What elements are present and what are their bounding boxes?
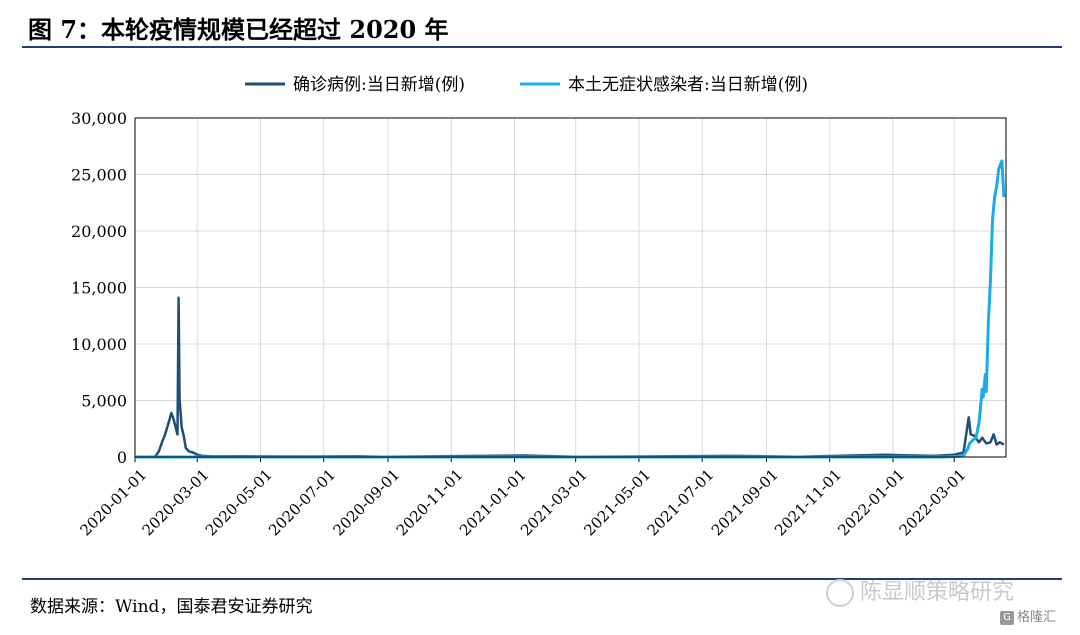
series-line-1	[135, 296, 1005, 459]
y-tick-label: 15,000	[71, 279, 127, 298]
x-axis: 2020-01-012020-03-012020-05-012020-07-01…	[76, 457, 969, 539]
legend-label-1: 确诊病例:当日新增(例)	[293, 75, 465, 95]
brand-text: 格隆汇	[1017, 610, 1057, 625]
x-tick-label: 2021-07-01	[644, 466, 718, 540]
x-tick-label: 2021-09-01	[708, 466, 782, 540]
legend: 确诊病例:当日新增(例) 本土无症状感染者:当日新增(例)	[245, 75, 808, 95]
x-tick-label: 2021-11-01	[771, 466, 845, 540]
y-axis: 0 5,000 10,000 15,000 20,000 25,000 30,000	[71, 109, 127, 467]
brand-icon: G	[1000, 610, 1014, 625]
gridlines	[134, 117, 1006, 457]
x-tick-label: 2021-05-01	[580, 466, 654, 540]
x-tick-label: 2020-05-01	[202, 466, 276, 540]
x-tick-label: 2021-03-01	[517, 466, 591, 540]
x-tick-label: 2020-03-01	[139, 466, 213, 540]
y-tick-label: 30,000	[71, 109, 127, 128]
legend-label-2: 本土无症状感染者:当日新增(例)	[568, 75, 808, 95]
series-line-2	[135, 159, 1006, 459]
y-tick-label: 10,000	[71, 335, 127, 354]
line-chart: 确诊病例:当日新增(例) 本土无症状感染者:当日新增(例) 0 5,000 10,00…	[71, 75, 1007, 539]
y-tick-label: 0	[117, 448, 127, 467]
x-tick-label: 2020-11-01	[393, 466, 467, 540]
watermark: 陈显顺策略研究	[826, 574, 1014, 607]
x-tick-label: 2020-07-01	[265, 466, 339, 540]
series-lines	[135, 159, 1006, 459]
y-tick-label: 20,000	[71, 222, 127, 241]
x-tick-label: 2020-09-01	[329, 466, 403, 540]
y-tick-label: 5,000	[81, 392, 127, 411]
data-source-note: 数据来源：Wind，国泰君安证券研究	[30, 597, 313, 617]
watermark-text: 陈显顺策略研究	[860, 580, 1015, 605]
wechat-icon	[826, 579, 854, 607]
brand-logo: G 格隆汇	[1000, 606, 1056, 625]
y-tick-label: 25,000	[71, 166, 127, 185]
x-tick-label: 2022-03-01	[896, 466, 970, 540]
